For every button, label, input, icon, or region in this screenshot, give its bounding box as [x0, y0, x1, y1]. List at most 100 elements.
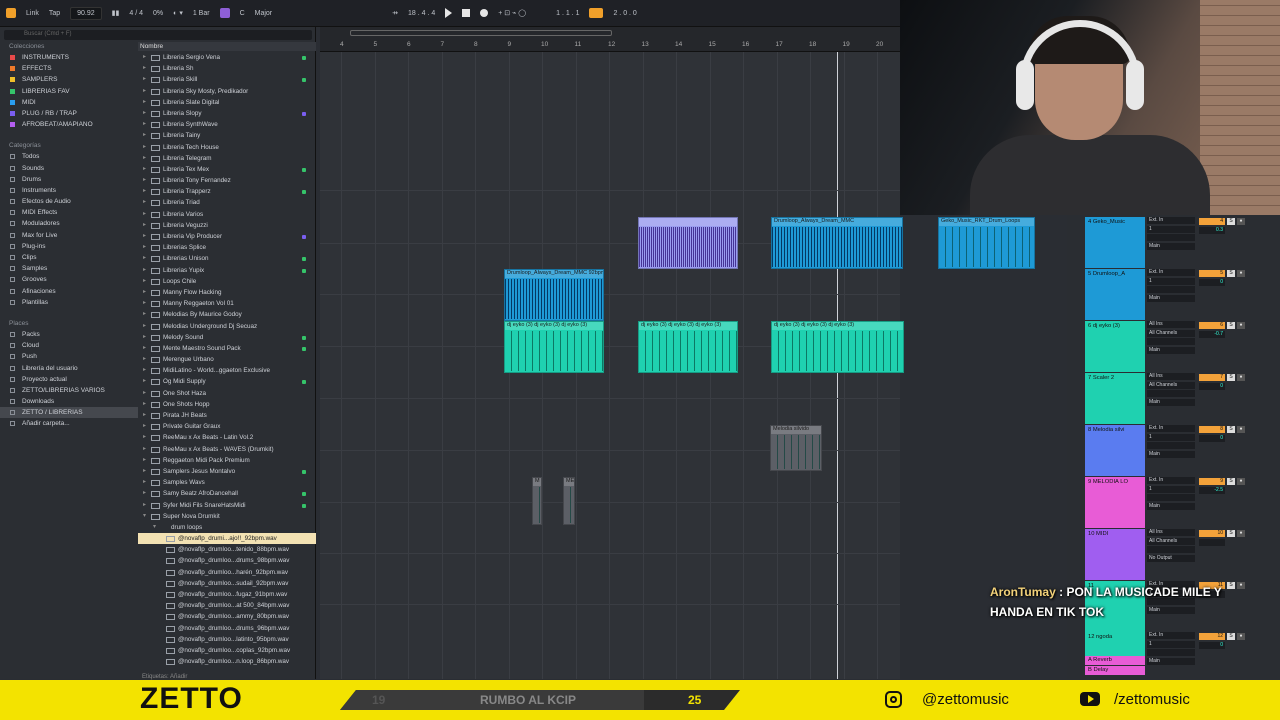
volume-field[interactable]: 0.3: [1199, 227, 1225, 234]
expand-arrow-icon[interactable]: ▸: [143, 231, 146, 242]
input-channel-select[interactable]: All Channels: [1147, 329, 1195, 337]
expand-arrow-icon[interactable]: ▸: [143, 332, 146, 343]
browser-folder-item[interactable]: ▸ Libreria Telegram: [138, 153, 316, 164]
arrangement-view[interactable]: 4 5 6 7 8 9 10 11 12 13 14 15 16 17 18 19 20 Drumloop_Al…: [320, 27, 1035, 679]
browser-folder-item[interactable]: ▸ Librerias Unison: [138, 253, 316, 264]
arm-button[interactable]: ●: [1237, 582, 1245, 589]
arm-button[interactable]: ●: [1237, 218, 1245, 225]
quantize-icon[interactable]: ◐ ▾: [173, 9, 183, 17]
place-item[interactable]: Push: [0, 351, 138, 362]
expand-arrow-icon[interactable]: ▸: [143, 265, 146, 276]
track-header[interactable]: 7 Scaler 2 All Ins All Channels Main 7 S ● 0: [1085, 373, 1280, 424]
loop-start-field[interactable]: 1 . 1 . 1: [556, 10, 579, 17]
input-channel-select[interactable]: 1: [1147, 640, 1195, 648]
tempo-field[interactable]: 90.92: [70, 6, 102, 20]
track-header[interactable]: 10 MIDI All Ins All Channels No Output 10 S ●: [1085, 529, 1280, 580]
expand-arrow-icon[interactable]: ▸: [143, 444, 146, 455]
audio-file-item[interactable]: @novaflp_drumloo...fugaz_91bpm.wav: [138, 589, 316, 600]
place-item[interactable]: ZETTO / LIBRERIAS: [0, 407, 138, 419]
audio-clip[interactable]: dj eyko (3) dj eyko (3) dj eyko (3): [504, 321, 604, 373]
browser-folder-item[interactable]: ▸ Libreria Trapperz: [138, 186, 316, 197]
browser-folder-item[interactable]: ▸ Melody Sound: [138, 332, 316, 343]
input-type-select[interactable]: Ext. In: [1147, 269, 1195, 276]
timeline-ruler[interactable]: 4 5 6 7 8 9 10 11 12 13 14 15 16 17 18 19 20: [320, 27, 900, 52]
expand-arrow-icon[interactable]: ▸: [143, 321, 146, 332]
browser-folder-item[interactable]: ▸ Libreria Tainy: [138, 130, 316, 141]
browser-folder-item[interactable]: ▸ Libreria Sh: [138, 63, 316, 74]
track-header[interactable]: 6 dj eyko (3) All Ins All Channels Main 6 S ● -…: [1085, 321, 1280, 372]
audio-clip[interactable]: dj eyko (3) dj eyko (3) dj eyko (3): [771, 321, 904, 373]
browser-folder-item[interactable]: ▸ Libreria Tony Fernandez: [138, 175, 316, 186]
browser-folder-item[interactable]: ▸ Libreria Triad: [138, 197, 316, 208]
browser-folder-item[interactable]: ▸ Merengue Urbano: [138, 354, 316, 365]
browser-folder-item[interactable]: ▸ ReeMau x Ax Beats - Latin Vol.2: [138, 432, 316, 443]
track-name[interactable]: 5 Drumloop_A: [1085, 269, 1145, 320]
browser-folder-item[interactable]: ▸ Libreria Tech House: [138, 142, 316, 153]
track-activator-button[interactable]: 10: [1199, 530, 1225, 537]
category-item[interactable]: Drums: [0, 174, 138, 185]
browser-folder-item[interactable]: ▸ Private Guitar Graux: [138, 421, 316, 432]
song-position-field[interactable]: 18 . 4 . 4: [408, 10, 435, 17]
input-type-select[interactable]: All Ins: [1147, 321, 1195, 328]
input-type-select[interactable]: Ext. In: [1147, 217, 1195, 224]
expand-arrow-icon[interactable]: ▸: [143, 343, 146, 354]
track-header[interactable]: 9 MELODIA LO Ext. In 1 Main 9 S ● -2.5: [1085, 477, 1280, 528]
expand-arrow-icon[interactable]: ▸: [143, 130, 146, 141]
collection-item[interactable]: AFROBEAT/AMAPIANO: [0, 119, 138, 130]
place-item[interactable]: ZETTO/LIBRERIAS VARIOS: [0, 385, 138, 396]
track-activator-button[interactable]: 7: [1199, 374, 1225, 381]
return-track-header[interactable]: A Reverb: [1085, 656, 1280, 665]
browser-folder-item[interactable]: ▸ Manny Flow Hacking: [138, 287, 316, 298]
track-activator-button[interactable]: 4: [1199, 218, 1225, 225]
category-item[interactable]: Efectos de Audio: [0, 196, 138, 207]
browser-folder-item[interactable]: ▸ Libreria Skill: [138, 74, 316, 85]
output-select[interactable]: Main: [1147, 346, 1195, 354]
arm-button[interactable]: ●: [1237, 374, 1245, 381]
expand-arrow-icon[interactable]: ▸: [143, 399, 146, 410]
category-item[interactable]: Clips: [0, 252, 138, 263]
browser-folder-item[interactable]: ▸ Libreria Slate Digital: [138, 97, 316, 108]
collection-item[interactable]: PLUG / RB / TRAP: [0, 108, 138, 119]
expand-arrow-icon[interactable]: ▸: [143, 376, 146, 387]
scale-mode-icon[interactable]: [219, 8, 230, 18]
place-item[interactable]: Packs: [0, 329, 138, 340]
track-activator-button[interactable]: 12: [1199, 633, 1225, 640]
category-item[interactable]: Grooves: [0, 274, 138, 285]
browser-folder-item[interactable]: ▸ Libreria Sky Mosty, Predikador: [138, 86, 316, 97]
expand-arrow-icon[interactable]: ▾: [153, 522, 156, 533]
category-item[interactable]: Plug-ins: [0, 241, 138, 252]
expand-arrow-icon[interactable]: ▸: [143, 119, 146, 130]
track-name[interactable]: 12 ngoda: [1085, 632, 1145, 658]
collection-item[interactable]: MIDI: [0, 97, 138, 108]
category-item[interactable]: Moduladores: [0, 218, 138, 229]
input-channel-select[interactable]: 1: [1147, 485, 1195, 493]
track-name[interactable]: 9 MELODIA LO: [1085, 477, 1145, 528]
arm-button[interactable]: ●: [1237, 530, 1245, 537]
input-type-select[interactable]: Ext. In: [1147, 425, 1195, 432]
audio-clip[interactable]: Geko_Music_RKT_Drum_Loops: [938, 217, 1035, 269]
audio-file-item[interactable]: @novaflp_drumi...ajo!!_92bpm.wav: [138, 533, 316, 545]
return-track-name[interactable]: B Delay: [1085, 666, 1145, 675]
key-select[interactable]: C: [240, 10, 245, 17]
expand-arrow-icon[interactable]: ▸: [143, 365, 146, 376]
expand-arrow-icon[interactable]: ▸: [143, 209, 146, 220]
audio-clip[interactable]: Drumloop_Always_Dream_MMC: [771, 217, 903, 269]
solo-button[interactable]: S: [1227, 478, 1235, 485]
browser-folder-item[interactable]: ▸ Libreria Tex Mex: [138, 164, 316, 175]
output-select[interactable]: Main: [1147, 294, 1195, 302]
collection-item[interactable]: INSTRUMENTS: [0, 52, 138, 63]
category-item[interactable]: Afinaciones: [0, 286, 138, 297]
volume-field[interactable]: 0: [1199, 642, 1225, 649]
expand-arrow-icon[interactable]: ▸: [143, 354, 146, 365]
input-type-select[interactable]: Ext. In: [1147, 632, 1195, 639]
expand-arrow-icon[interactable]: ▾: [143, 511, 146, 522]
place-item[interactable]: Downloads: [0, 396, 138, 407]
output-select[interactable]: Main: [1147, 242, 1195, 250]
category-item[interactable]: Samples: [0, 263, 138, 274]
audio-clip[interactable]: Melodia silvido: [770, 425, 822, 471]
input-channel-select[interactable]: 1: [1147, 225, 1195, 233]
audio-file-item[interactable]: @novaflp_drumloo...ammy_80bpm.wav: [138, 611, 316, 622]
browser-folder-item[interactable]: ▸ Libreria Veguzzi: [138, 220, 316, 231]
arm-button[interactable]: ●: [1237, 270, 1245, 277]
expand-arrow-icon[interactable]: ▸: [143, 164, 146, 175]
